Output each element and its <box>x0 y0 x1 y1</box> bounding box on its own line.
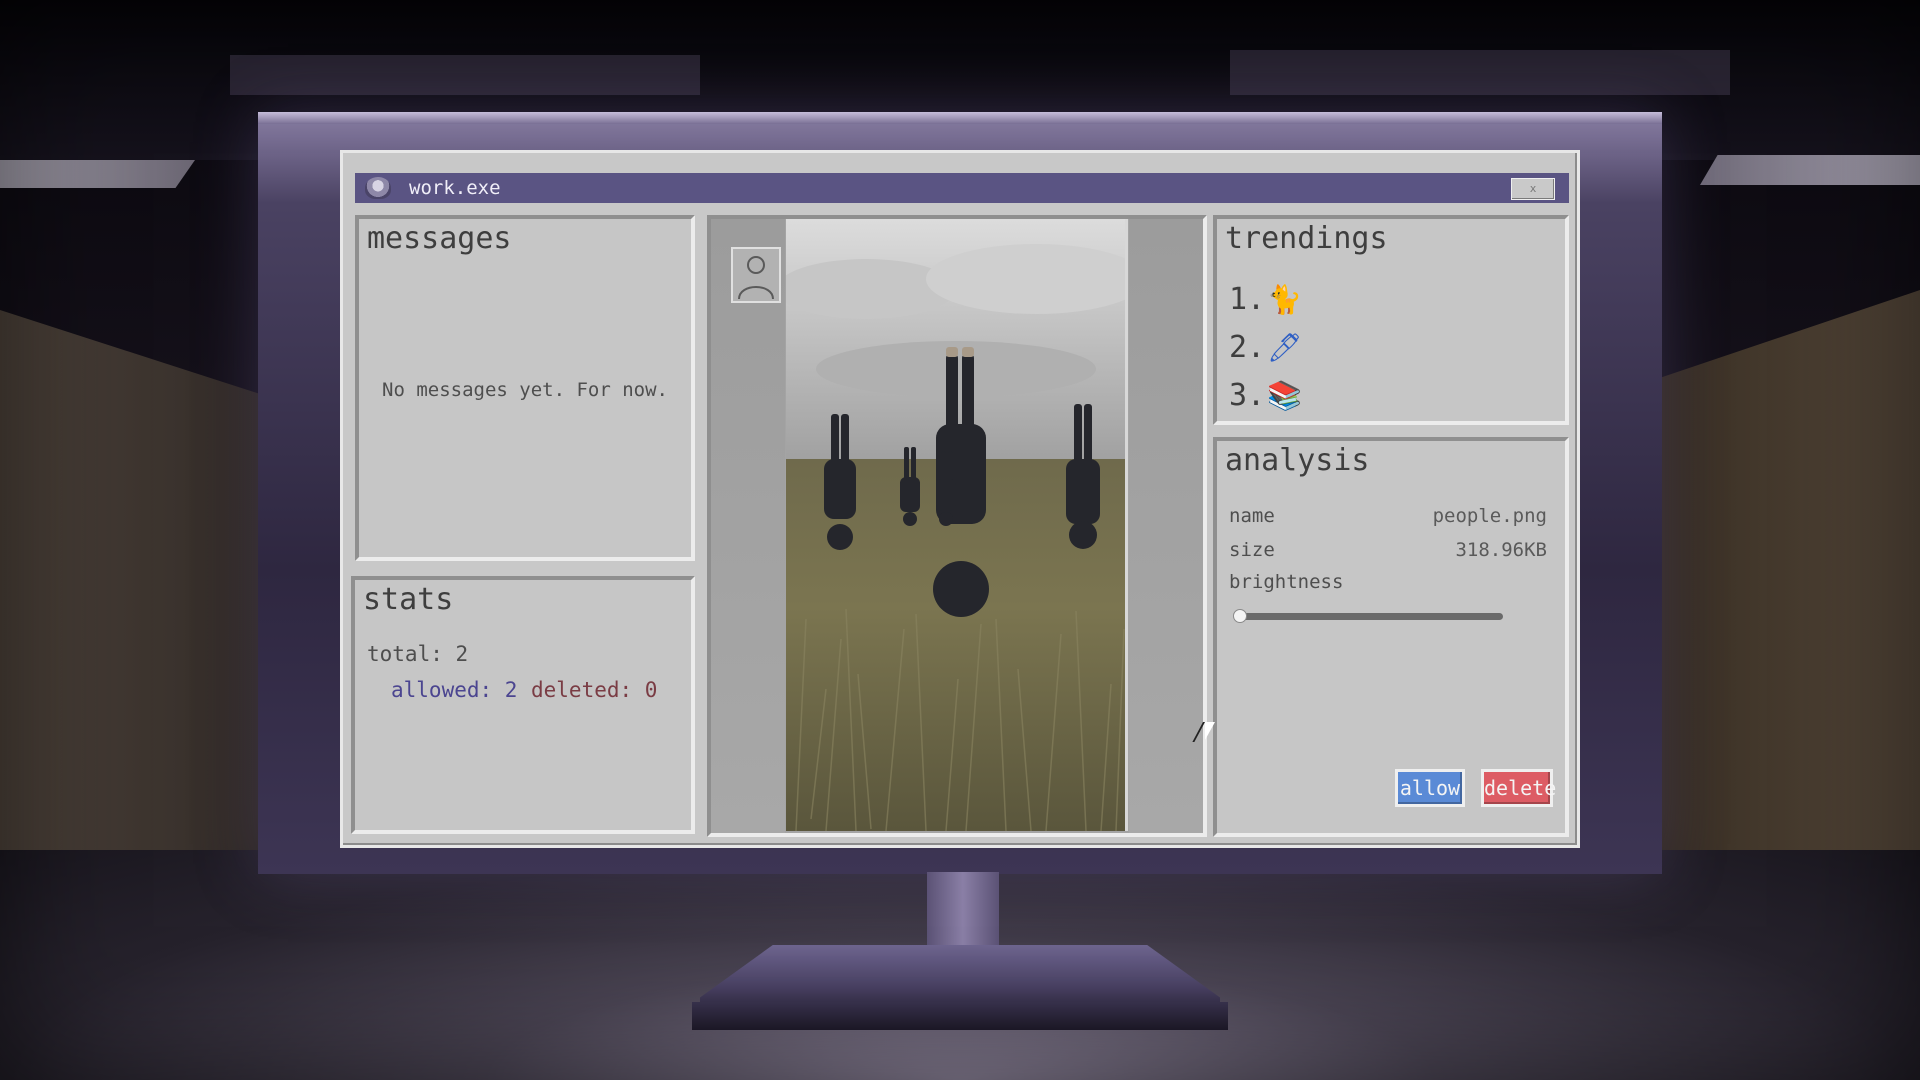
analysis-title: analysis <box>1225 443 1370 478</box>
trendings-panel: trendings 1. 🐈 2. 🖊 3. 📚 <box>1213 215 1569 425</box>
analysis-panel: analysis name people.png size 318.96KB b… <box>1213 437 1569 837</box>
trending-rank: 2. <box>1229 329 1266 365</box>
stats-title: stats <box>363 582 454 617</box>
cat-icon: 🐈 <box>1267 282 1302 316</box>
uploader-avatar-icon[interactable] <box>731 247 781 303</box>
stats-allowed: allowed: 2 <box>391 678 518 702</box>
name-label: name <box>1229 505 1275 527</box>
allow-button[interactable]: allow <box>1395 769 1465 807</box>
monitor-stand-base-edge <box>692 1002 1228 1030</box>
brightness-slider-knob[interactable] <box>1233 609 1248 623</box>
stats-deleted: deleted: 0 <box>531 678 658 702</box>
stats-panel: stats total: 2 allowed: 2 deleted: 0 <box>351 576 695 834</box>
ceiling-beam-right <box>1230 50 1730 95</box>
stats-total: total: 2 <box>367 642 469 666</box>
image-viewer-panel <box>707 215 1207 837</box>
window-titlebar[interactable]: work.exe x <box>355 173 1569 203</box>
ceiling-light-right <box>1700 155 1920 185</box>
monitor-top-edge <box>258 112 1662 124</box>
size-label: size <box>1229 539 1275 561</box>
monitor-stand-neck <box>927 872 999 952</box>
trending-item: 2. 🖊 <box>1229 323 1303 371</box>
name-value: people.png <box>1432 505 1547 527</box>
reviewed-image <box>786 219 1128 831</box>
ceiling-light-left <box>0 160 195 188</box>
size-value: 318.96KB <box>1455 539 1547 561</box>
trending-item: 1. 🐈 <box>1229 275 1303 323</box>
messages-title: messages <box>367 221 512 256</box>
trendings-title: trendings <box>1225 221 1388 256</box>
brightness-label: brightness <box>1229 571 1344 593</box>
pen-icon: 🖊 <box>1267 330 1303 364</box>
app-window: work.exe x messages No messages yet. For… <box>340 150 1580 848</box>
mouse-cursor-icon <box>1205 722 1215 740</box>
trending-rank: 1. <box>1229 281 1266 317</box>
window-title: work.exe <box>409 177 501 199</box>
trending-rank: 3. <box>1229 377 1266 413</box>
messages-empty-text: No messages yet. For now. <box>382 379 668 401</box>
trendings-list: 1. 🐈 2. 🖊 3. 📚 <box>1229 275 1303 419</box>
books-icon: 📚 <box>1267 378 1302 412</box>
delete-button[interactable]: delete <box>1481 769 1556 807</box>
trending-item: 3. 📚 <box>1229 371 1303 419</box>
ceiling-beam-left <box>230 55 700 95</box>
messages-panel: messages No messages yet. For now. <box>355 215 695 561</box>
window-close-button[interactable]: x <box>1511 178 1555 200</box>
viewer-left-rail <box>711 219 785 833</box>
app-icon <box>365 177 391 199</box>
brightness-slider[interactable] <box>1233 609 1503 623</box>
